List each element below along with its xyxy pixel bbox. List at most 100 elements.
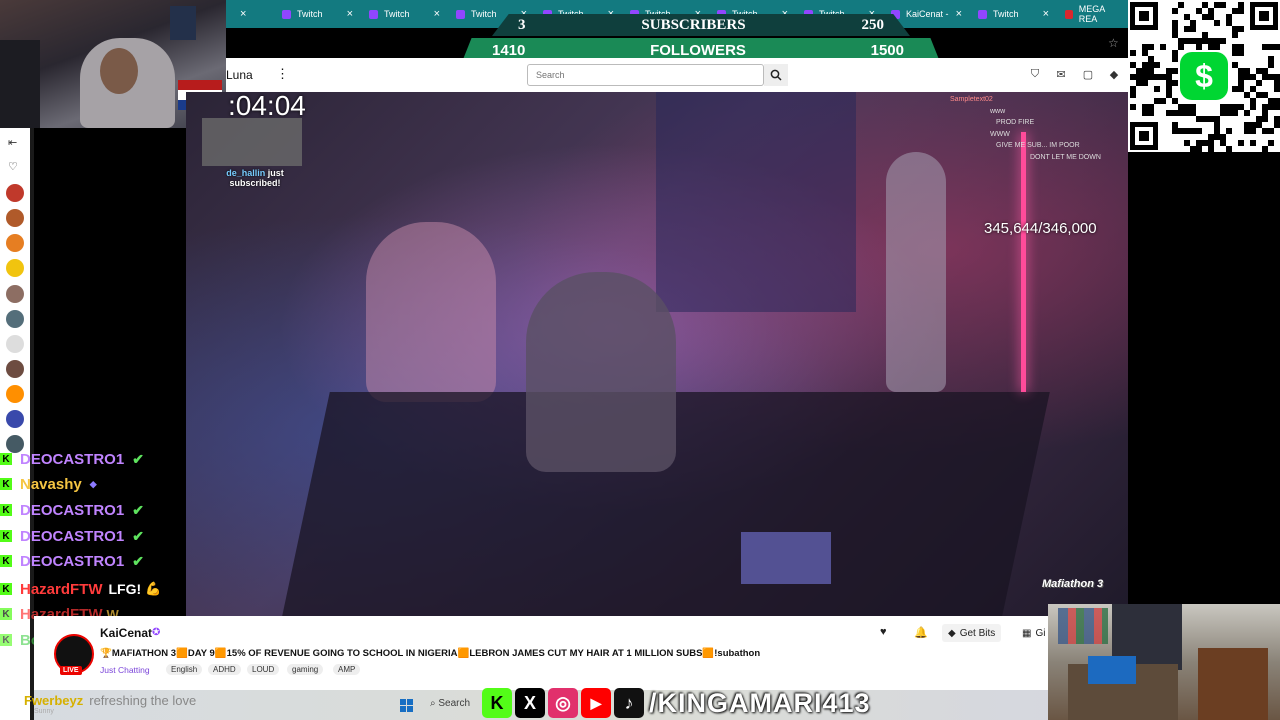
bits-icon: ◆	[948, 627, 956, 639]
check-emote-icon: ✔	[132, 450, 144, 467]
twitch-icon	[978, 9, 987, 19]
kick-icon: K	[482, 688, 512, 718]
bookmark-star-icon[interactable]: ☆	[1108, 36, 1119, 50]
stream-video[interactable]	[186, 92, 1128, 616]
qr-module	[1262, 146, 1268, 152]
gift-icon: ▦	[1022, 627, 1032, 639]
gift-sub-button[interactable]: ▦ Gi	[1016, 624, 1051, 642]
overlay-chat-line: www	[990, 107, 1006, 115]
browser-tab[interactable]: Twitch×	[970, 0, 1057, 28]
qr-module	[1238, 140, 1244, 146]
channel-avatar[interactable]	[6, 234, 24, 252]
channel-avatar[interactable]	[6, 259, 24, 277]
channel-avatar[interactable]	[6, 385, 24, 403]
taskbar-search[interactable]: ⌕ Search	[430, 698, 470, 709]
channel-avatar[interactable]	[6, 285, 24, 303]
kick-icon: K	[0, 453, 12, 465]
instagram-icon: ◎	[548, 688, 578, 718]
tag-adhd[interactable]: ADHD	[208, 664, 241, 675]
qr-module	[1178, 2, 1184, 8]
qr-module	[1172, 56, 1178, 62]
qr-module	[1154, 62, 1160, 68]
qr-module	[1196, 146, 1202, 152]
browser-tab[interactable]: ×	[226, 0, 274, 28]
close-icon[interactable]: ×	[1043, 8, 1049, 20]
qr-module	[1274, 44, 1280, 50]
channel-avatar[interactable]	[6, 209, 24, 227]
qr-module	[1148, 110, 1154, 116]
tag-loud[interactable]: LOUD	[247, 664, 280, 675]
followers-current: 1410	[492, 41, 526, 59]
qr-module	[1232, 110, 1238, 116]
more-options-icon[interactable]: ⋮	[276, 66, 289, 82]
qr-module	[1232, 32, 1238, 38]
flex-emote-icon: 💪	[145, 581, 162, 596]
social-links: K X ◎ ▶ ♪ /KINGAMARI413	[482, 687, 871, 719]
bits-icon[interactable]: ◆	[1107, 68, 1121, 82]
channel-avatar[interactable]	[6, 335, 24, 353]
stream-title: 🏆MAFIATHON 3🟧DAY 9🟧15% OF REVENUE GOING …	[100, 648, 761, 659]
qr-module	[1214, 20, 1220, 26]
qr-module	[1226, 146, 1232, 152]
qr-module	[1250, 128, 1256, 134]
stream-overlay-chat: Sampletext02 www PROD FIRE WWW GIVE ME S…	[950, 94, 1110, 163]
qr-module	[1214, 44, 1220, 50]
qr-module	[1226, 128, 1232, 134]
collapse-sidebar-icon[interactable]: ⇤	[8, 136, 17, 149]
browser-tab[interactable]: Twitch×	[274, 0, 361, 28]
qr-module	[1220, 2, 1226, 8]
qr-module	[1238, 50, 1244, 56]
browser-tab[interactable]: Twitch×	[361, 0, 448, 28]
tag-english[interactable]: English	[166, 664, 203, 675]
tiktok-icon: ♪	[614, 688, 644, 718]
channel-avatar[interactable]	[6, 310, 24, 328]
qr-module	[1178, 44, 1184, 50]
qr-module	[1172, 8, 1178, 14]
chat-line: K Navashy ◆	[0, 473, 97, 495]
follow-heart-icon[interactable]: ♥	[880, 626, 887, 638]
get-bits-button[interactable]: ◆ Get Bits	[942, 624, 1002, 642]
kick-icon: K	[0, 608, 12, 620]
browser-tab-active[interactable]: MEGA REA	[1057, 0, 1127, 28]
live-badge: LIVE	[60, 666, 82, 675]
search-input[interactable]	[527, 64, 764, 86]
notification-bell-icon[interactable]: 🔔	[914, 626, 928, 639]
cashapp-icon: $	[1180, 52, 1228, 100]
twitch-icon	[282, 9, 291, 19]
qr-module	[1130, 104, 1136, 110]
close-icon[interactable]: ×	[347, 8, 353, 20]
qr-module	[1172, 80, 1178, 86]
qr-module	[1268, 62, 1274, 68]
tag-gaming[interactable]: gaming	[287, 664, 324, 675]
check-emote-icon: ✔	[132, 552, 144, 569]
kick-icon: K	[0, 504, 12, 516]
kick-icon: K	[0, 478, 12, 490]
sub-alert-image	[202, 118, 302, 166]
inbox-icon[interactable]: ✉	[1054, 68, 1068, 82]
channel-avatar[interactable]	[6, 360, 24, 378]
category-link[interactable]: Just Chatting	[100, 665, 150, 675]
qr-module	[1268, 128, 1274, 134]
qr-module	[1160, 44, 1166, 50]
heart-icon[interactable]: ♡	[8, 160, 18, 173]
channel-avatar[interactable]	[6, 410, 24, 428]
close-icon[interactable]: ×	[434, 8, 440, 20]
close-icon[interactable]: ×	[240, 8, 246, 20]
search-button[interactable]	[764, 64, 788, 86]
nav-username[interactable]: Luna	[226, 68, 253, 82]
tag-amp[interactable]: AMP	[333, 664, 361, 675]
overlay-chat-line: PROD FIRE	[996, 119, 1035, 126]
subscribers-goal-row: 3 SUBSCRIBERS 250	[492, 14, 910, 36]
room-webcam	[1048, 604, 1280, 720]
channel-avatar[interactable]	[6, 184, 24, 202]
crown-icon[interactable]: ⛉	[1028, 68, 1042, 82]
overlay-chat-line: Sampletext02	[950, 96, 993, 103]
qr-module	[1208, 146, 1214, 152]
close-icon[interactable]: ×	[956, 8, 962, 20]
whisper-icon[interactable]: ▢	[1081, 68, 1095, 82]
subscribers-label: SUBSCRIBERS	[641, 16, 746, 33]
qr-module	[1250, 104, 1256, 110]
windows-start-icon[interactable]	[400, 699, 413, 712]
channel-name[interactable]: KaiCenat	[100, 626, 152, 640]
followers-label: FOLLOWERS	[650, 41, 746, 59]
